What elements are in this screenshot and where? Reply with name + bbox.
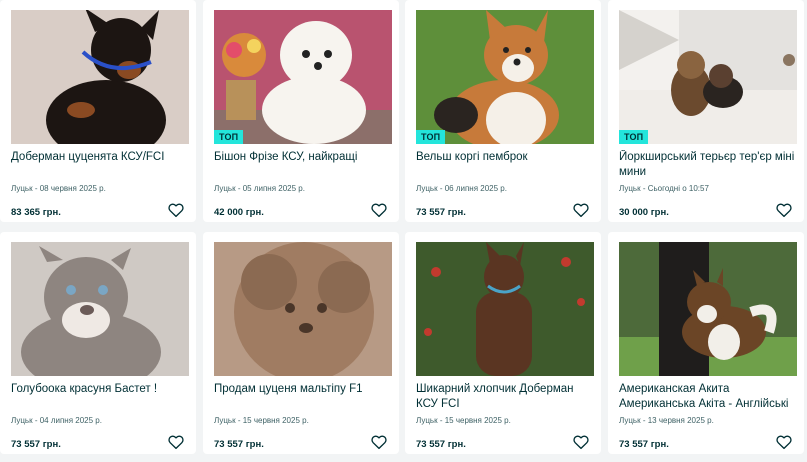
favorite-heart-icon[interactable] bbox=[167, 433, 185, 451]
favorite-heart-icon[interactable] bbox=[572, 433, 590, 451]
maltipoo-photo[interactable] bbox=[214, 242, 392, 376]
top-badge: ТОП bbox=[214, 130, 244, 144]
listing-title[interactable]: Голубоока красуня Бастет ! bbox=[11, 382, 193, 397]
listing-location-date: Луцьк - 06 липня 2025 р. bbox=[416, 184, 507, 193]
listing-price: 73 557 грн. bbox=[416, 439, 466, 450]
listing-title[interactable]: Шикарний хлопчик Доберман КСУ FCI bbox=[416, 382, 598, 412]
listing-card[interactable]: ТОП Бішон Фрізе КСУ, найкращі Луцьк - 05… bbox=[203, 0, 399, 222]
bully-puppy-photo[interactable] bbox=[11, 242, 189, 376]
top-badge: ТОП bbox=[416, 130, 446, 144]
listing-card[interactable]: Голубоока красуня Бастет ! Луцьк - 04 ли… bbox=[0, 232, 196, 454]
listing-title[interactable]: Продам цуценя мальтіпу F1 bbox=[214, 382, 396, 397]
listing-location-date: Луцьк - 15 червня 2025 р. bbox=[214, 416, 309, 425]
favorite-heart-icon[interactable] bbox=[370, 201, 388, 219]
listing-title[interactable]: Вельш коргі пемброк bbox=[416, 150, 598, 165]
listing-title[interactable]: Йоркширський терьєр тер'єр міні мини bbox=[619, 150, 801, 180]
listing-location-date: Луцьк - 05 липня 2025 р. bbox=[214, 184, 305, 193]
corgi-photo[interactable]: ТОП bbox=[416, 10, 594, 144]
listing-price: 30 000 грн. bbox=[619, 207, 669, 218]
listing-location-date: Луцьк - Сьогодні о 10:57 bbox=[619, 184, 709, 193]
listing-location-date: Луцьк - 13 червня 2025 р. bbox=[619, 416, 714, 425]
listing-grid: Доберман цуценята КСУ/FCI Луцьк - 08 чер… bbox=[0, 0, 807, 462]
listing-card[interactable]: Доберман цуценята КСУ/FCI Луцьк - 08 чер… bbox=[0, 0, 196, 222]
yorkshire-terrier-photo[interactable]: ТОП bbox=[619, 10, 797, 144]
favorite-heart-icon[interactable] bbox=[775, 433, 793, 451]
doberman-adult-photo[interactable] bbox=[416, 242, 594, 376]
listing-location-date: Луцьк - 08 червня 2025 р. bbox=[11, 184, 106, 193]
akita-photo[interactable] bbox=[619, 242, 797, 376]
listing-price: 73 557 грн. bbox=[416, 207, 466, 218]
listing-card[interactable]: Американская Акита Американська Акіта - … bbox=[608, 232, 804, 454]
listing-card[interactable]: Шикарний хлопчик Доберман КСУ FCI Луцьк … bbox=[405, 232, 601, 454]
favorite-heart-icon[interactable] bbox=[370, 433, 388, 451]
listing-location-date: Луцьк - 04 липня 2025 р. bbox=[11, 416, 102, 425]
favorite-heart-icon[interactable] bbox=[167, 201, 185, 219]
listing-price: 73 557 грн. bbox=[619, 439, 669, 450]
favorite-heart-icon[interactable] bbox=[775, 201, 793, 219]
listing-card[interactable]: Продам цуценя мальтіпу F1 Луцьк - 15 чер… bbox=[203, 232, 399, 454]
listing-location-date: Луцьк - 15 червня 2025 р. bbox=[416, 416, 511, 425]
listing-title[interactable]: Доберман цуценята КСУ/FCI bbox=[11, 150, 193, 165]
listing-price: 83 365 грн. bbox=[11, 207, 61, 218]
top-badge: ТОП bbox=[619, 130, 649, 144]
listing-card[interactable]: ТОП Йоркширський терьєр тер'єр міні мини… bbox=[608, 0, 804, 222]
listing-title[interactable]: Бішон Фрізе КСУ, найкращі bbox=[214, 150, 396, 165]
listing-price: 42 000 грн. bbox=[214, 207, 264, 218]
listing-title[interactable]: Американская Акита Американська Акіта - … bbox=[619, 382, 801, 412]
listing-price: 73 557 грн. bbox=[214, 439, 264, 450]
listing-price: 73 557 грн. bbox=[11, 439, 61, 450]
listing-card[interactable]: ТОП Вельш коргі пемброк Луцьк - 06 липня… bbox=[405, 0, 601, 222]
bichon-frise-photo[interactable]: ТОП bbox=[214, 10, 392, 144]
doberman-puppy-photo[interactable] bbox=[11, 10, 189, 144]
favorite-heart-icon[interactable] bbox=[572, 201, 590, 219]
